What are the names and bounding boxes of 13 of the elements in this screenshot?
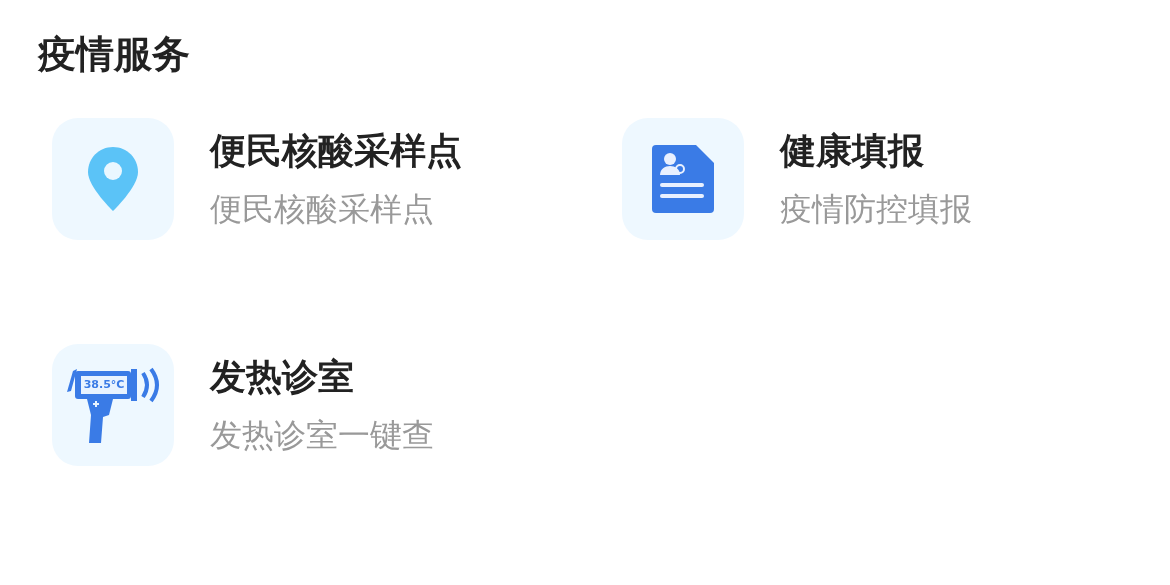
service-subtitle: 发热诊室一键查 bbox=[210, 415, 434, 456]
section-title: 疫情服务 bbox=[38, 31, 191, 78]
location-pin-icon bbox=[88, 147, 138, 211]
service-subtitle: 疫情防控填报 bbox=[780, 189, 972, 230]
service-item[interactable]: 健康填报 疫情防控填报 bbox=[622, 118, 1132, 240]
document-icon bbox=[652, 145, 714, 213]
service-item[interactable]: 便民核酸采样点 便民核酸采样点 bbox=[52, 118, 622, 240]
service-item[interactable]: 38.5°C 发热诊室 发热诊室一键查 bbox=[52, 344, 622, 466]
service-title: 健康填报 bbox=[780, 129, 925, 173]
service-subtitle: 便民核酸采样点 bbox=[210, 189, 435, 230]
service-title: 便民核酸采样点 bbox=[210, 129, 462, 173]
service-title: 发热诊室 bbox=[210, 355, 355, 399]
temperature-reading: 38.5°C bbox=[81, 376, 127, 394]
